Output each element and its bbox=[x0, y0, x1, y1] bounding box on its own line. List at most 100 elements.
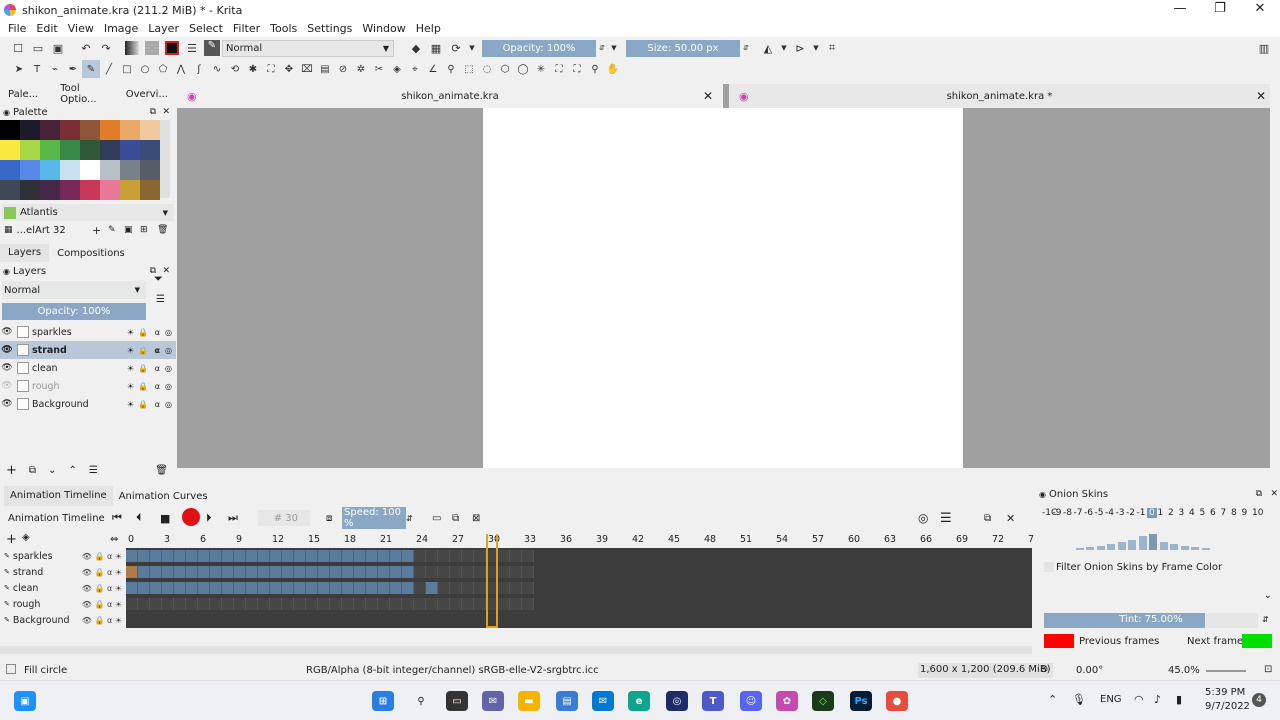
frame-cell[interactable] bbox=[354, 582, 366, 594]
onion-frame-number[interactable]: 9 bbox=[1242, 508, 1248, 518]
onion-frame-number[interactable]: -9 bbox=[1053, 508, 1062, 518]
tab-compositions[interactable]: Compositions bbox=[49, 248, 133, 259]
menu-window[interactable]: Window bbox=[362, 22, 405, 35]
frame-cell[interactable] bbox=[258, 566, 270, 578]
palette-swatch[interactable] bbox=[40, 140, 60, 160]
tab-animation-timeline[interactable]: Animation Timeline bbox=[4, 486, 113, 506]
alpha-icon[interactable]: α bbox=[155, 400, 160, 409]
widgets-icon[interactable]: ▣ bbox=[14, 691, 36, 711]
microphone-icon[interactable]: 🎙 bbox=[1072, 693, 1086, 706]
duplicate-layer-icon[interactable]: ⧉ bbox=[29, 465, 36, 476]
palette-swatch[interactable] bbox=[60, 140, 80, 160]
frame-cell[interactable] bbox=[162, 598, 174, 610]
palette-swatch[interactable] bbox=[80, 160, 100, 180]
frame-cell[interactable] bbox=[126, 550, 138, 562]
frame-cell[interactable] bbox=[162, 566, 174, 578]
inherit-alpha-icon[interactable]: ☀ bbox=[127, 400, 134, 409]
vertical-scrollbar[interactable] bbox=[1270, 108, 1280, 476]
frame-cell[interactable] bbox=[234, 598, 246, 610]
bezier-tool-icon[interactable]: ʃ bbox=[190, 60, 208, 78]
reference-images-icon[interactable]: ⚲ bbox=[442, 60, 460, 78]
recorder-icon[interactable]: ● bbox=[886, 691, 908, 711]
canvas-area[interactable]: ◉ shikon_animate.kra ✕ ◉ shikon_animate.… bbox=[177, 84, 1270, 476]
lock-icon[interactable]: 🔒 bbox=[138, 346, 148, 355]
preserve-alpha-icon[interactable]: ▦ bbox=[426, 39, 446, 57]
zoom-tool-icon[interactable]: ⚲ bbox=[586, 60, 604, 78]
menu-view[interactable]: View bbox=[68, 22, 94, 35]
frame-ruler[interactable]: 0 3 6 9 12 15 18 21 24 27 30 33 36 39 42 45 48 51 54 57 60 63… bbox=[126, 532, 1034, 548]
tab-layers[interactable]: Layers bbox=[0, 244, 50, 262]
palette-swatch[interactable] bbox=[80, 180, 100, 200]
frame-cell[interactable] bbox=[438, 582, 450, 594]
frame-cell[interactable] bbox=[318, 598, 330, 610]
discord-icon[interactable]: ☺ bbox=[740, 691, 762, 711]
frame-cell[interactable] bbox=[222, 598, 234, 610]
close-icon[interactable]: ✕ bbox=[162, 107, 170, 117]
grid-icon[interactable]: ⊞ bbox=[140, 225, 148, 235]
frame-cell[interactable] bbox=[510, 582, 522, 594]
timeline-track-name[interactable]: ✎ Background 👁 🔒 α ☀ bbox=[0, 612, 126, 628]
edit-shapes-icon[interactable]: ⌁ bbox=[46, 60, 64, 78]
palette-swatch[interactable] bbox=[100, 140, 120, 160]
onion-skin-icon[interactable]: ◎ bbox=[918, 511, 928, 525]
lock-icon[interactable]: 🔒 bbox=[138, 382, 148, 391]
frame-cell[interactable] bbox=[246, 598, 258, 610]
frame-cell[interactable] bbox=[366, 566, 378, 578]
close-icon[interactable]: ✕ bbox=[1256, 89, 1266, 103]
onion-frame-number[interactable]: -4 bbox=[1105, 508, 1114, 518]
frame-cell[interactable] bbox=[462, 550, 474, 562]
frame-cell[interactable] bbox=[378, 566, 390, 578]
frame-cell[interactable] bbox=[138, 598, 150, 610]
clock-time[interactable]: 5:39 PM bbox=[1205, 687, 1245, 698]
store-icon[interactable]: ▤ bbox=[556, 691, 578, 711]
rectangle-tool-icon[interactable]: □ bbox=[118, 60, 136, 78]
palette-swatch[interactable] bbox=[100, 120, 120, 140]
task-view-icon[interactable]: ▭ bbox=[446, 691, 468, 711]
frame-cell[interactable] bbox=[306, 598, 318, 610]
frame-cell[interactable] bbox=[258, 598, 270, 610]
onion-opacity-bar[interactable] bbox=[1159, 542, 1168, 550]
wifi-icon[interactable]: ◠ bbox=[1134, 693, 1144, 706]
colorize-mask-icon[interactable]: ✲ bbox=[352, 60, 370, 78]
frame-cell[interactable] bbox=[474, 550, 486, 562]
timeline-track-name[interactable]: ✎ rough 👁 🔒 α ☀ bbox=[0, 596, 126, 612]
frame-cell[interactable] bbox=[366, 582, 378, 594]
frame-cell[interactable] bbox=[498, 566, 510, 578]
edit-icon[interactable]: ✎ bbox=[108, 225, 116, 235]
similar-select-icon[interactable]: ⛶ bbox=[550, 60, 568, 78]
workspace-icon[interactable]: ▥ bbox=[1254, 39, 1274, 57]
frame-cell[interactable] bbox=[186, 598, 198, 610]
frame-cell[interactable] bbox=[450, 598, 462, 610]
filter-onion-row[interactable]: Filter Onion Skins by Frame Color bbox=[1036, 556, 1280, 578]
record-icon[interactable] bbox=[182, 508, 200, 526]
palette-swatch[interactable] bbox=[0, 120, 20, 140]
frame-cell[interactable] bbox=[522, 598, 534, 610]
frame-cell[interactable] bbox=[378, 598, 390, 610]
smart-patch-icon[interactable]: ✂ bbox=[370, 60, 388, 78]
alpha-icon[interactable]: α bbox=[155, 346, 161, 355]
blend-mode-select[interactable]: Normal ▼ bbox=[222, 39, 394, 57]
onion-frame-number[interactable]: 5 bbox=[1200, 508, 1206, 518]
frame-cell[interactable] bbox=[354, 598, 366, 610]
multibrush-icon[interactable]: ✱ bbox=[244, 60, 262, 78]
tint-stepper[interactable]: ⇵ bbox=[1262, 615, 1269, 624]
track-toggles-icon[interactable]: 👁 🔒 α ☀ bbox=[82, 600, 122, 609]
palette-swatch[interactable] bbox=[100, 160, 120, 180]
chevron-down-icon[interactable]: ⌄ bbox=[1264, 590, 1272, 601]
frame-cell[interactable] bbox=[378, 582, 390, 594]
frame-cell[interactable] bbox=[450, 550, 462, 562]
frame-cell[interactable] bbox=[294, 582, 306, 594]
menu-help[interactable]: Help bbox=[416, 22, 441, 35]
add-layer-icon[interactable]: + bbox=[6, 463, 17, 478]
frame-cell[interactable] bbox=[270, 598, 282, 610]
menu-layer[interactable]: Layer bbox=[148, 22, 179, 35]
frame-cell[interactable] bbox=[426, 566, 438, 578]
palette-swatch[interactable] bbox=[100, 180, 120, 200]
zoom-timeline-icon[interactable]: ⇔ bbox=[110, 534, 118, 545]
move-down-icon[interactable]: ⌄ bbox=[48, 465, 56, 476]
tint-slider[interactable]: Tint: 75.00% bbox=[1044, 613, 1258, 628]
frame-cell[interactable] bbox=[174, 566, 186, 578]
layer-properties-icon[interactable]: ☰ bbox=[89, 465, 98, 476]
frame-cell[interactable] bbox=[138, 566, 150, 578]
frame-cell[interactable] bbox=[354, 566, 366, 578]
